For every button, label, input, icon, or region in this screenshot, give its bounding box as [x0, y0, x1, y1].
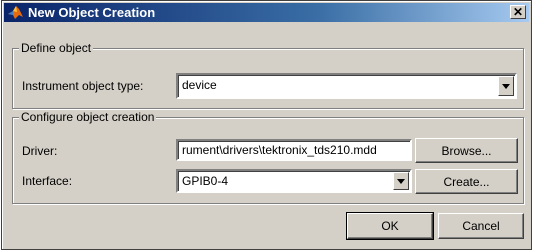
instrument-type-dropdown-button[interactable]	[498, 76, 514, 96]
interface-value: GPIB0-4	[182, 174, 229, 188]
new-object-creation-dialog: New Object Creation ✕ Define object Inst…	[1, 0, 532, 250]
instrument-type-value: device	[182, 78, 217, 92]
interface-dropdown[interactable]: GPIB0-4	[176, 169, 412, 193]
ok-button[interactable]: OK	[346, 212, 434, 240]
driver-field[interactable]: rument\drivers\tektronix_tds210.mdd	[176, 139, 412, 161]
interface-label: Interface:	[22, 174, 73, 188]
browse-button[interactable]: Browse...	[415, 138, 518, 163]
driver-label: Driver:	[22, 144, 58, 158]
matlab-logo-icon	[8, 6, 23, 19]
cancel-button[interactable]: Cancel	[438, 213, 524, 239]
instrument-type-dropdown[interactable]: device	[176, 73, 517, 99]
instrument-type-label: Instrument object type:	[22, 79, 144, 93]
close-icon: ✕	[512, 5, 524, 19]
close-button[interactable]: ✕	[510, 5, 526, 19]
create-button[interactable]: Create...	[415, 169, 518, 194]
chevron-down-icon	[502, 83, 510, 89]
define-object-legend: Define object	[19, 41, 94, 55]
interface-dropdown-button[interactable]	[393, 172, 409, 190]
chevron-down-icon	[397, 178, 405, 184]
configure-object-legend: Configure object creation	[19, 110, 157, 124]
window-title: New Object Creation	[28, 5, 156, 20]
driver-value: rument\drivers\tektronix_tds210.mdd	[182, 143, 377, 157]
title-bar[interactable]: New Object Creation ✕	[4, 3, 529, 22]
